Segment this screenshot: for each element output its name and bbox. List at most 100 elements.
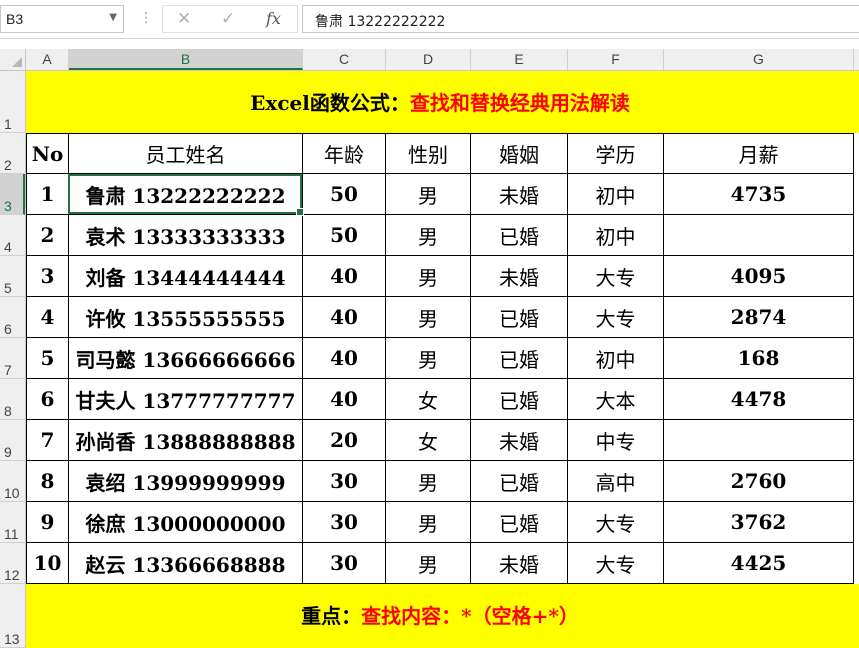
- cell-salary[interactable]: [664, 215, 854, 256]
- cell-age[interactable]: 30: [303, 461, 386, 502]
- column-header-b[interactable]: B: [69, 49, 303, 70]
- column-header-c[interactable]: C: [303, 49, 386, 70]
- cell-no[interactable]: 10: [26, 543, 69, 584]
- cell-marital[interactable]: 已婚: [471, 502, 568, 543]
- name-box[interactable]: B3 ▼: [0, 5, 124, 33]
- cell-name[interactable]: 袁绍 13999999999: [69, 461, 303, 502]
- column-header-e[interactable]: E: [471, 49, 568, 70]
- cell-age[interactable]: 30: [303, 543, 386, 584]
- cell-education[interactable]: 初中: [568, 174, 664, 215]
- cell-gender[interactable]: 女: [386, 379, 471, 420]
- header-cell-marital[interactable]: 婚姻: [471, 133, 568, 174]
- cell-salary[interactable]: 4425: [664, 543, 854, 584]
- cell-salary[interactable]: 3762: [664, 502, 854, 543]
- row-header-11[interactable]: 11: [0, 502, 25, 543]
- enter-icon[interactable]: ✓: [221, 9, 235, 29]
- select-all-button[interactable]: [0, 49, 26, 70]
- chevron-down-icon[interactable]: ▼: [109, 12, 117, 23]
- cell-gender[interactable]: 男: [386, 174, 471, 215]
- cell-education[interactable]: 大本: [568, 379, 664, 420]
- cell-education[interactable]: 大专: [568, 256, 664, 297]
- insert-function-icon[interactable]: fx: [266, 9, 281, 28]
- row-header-5[interactable]: 5: [0, 256, 25, 297]
- cell-no[interactable]: 7: [26, 420, 69, 461]
- cell-no[interactable]: 3: [26, 256, 69, 297]
- cell-gender[interactable]: 男: [386, 461, 471, 502]
- row-header-10[interactable]: 10: [0, 461, 25, 502]
- row-header-1[interactable]: 1: [0, 71, 25, 133]
- cell-no[interactable]: 4: [26, 297, 69, 338]
- cell-education[interactable]: 大专: [568, 543, 664, 584]
- cell-education[interactable]: 中专: [568, 420, 664, 461]
- row-header-6[interactable]: 6: [0, 297, 25, 338]
- column-header-a[interactable]: A: [26, 49, 69, 70]
- footer-cell[interactable]: 重点：查找内容：*（空格+*）: [26, 584, 859, 648]
- cell-name[interactable]: 鲁肃 13222222222: [69, 174, 303, 215]
- formula-input[interactable]: 鲁肃 13222222222: [302, 5, 859, 33]
- cell-marital[interactable]: 未婚: [471, 420, 568, 461]
- cell-name[interactable]: 甘夫人 13777777777: [69, 379, 303, 420]
- cell-marital[interactable]: 未婚: [471, 174, 568, 215]
- header-cell-education[interactable]: 学历: [568, 133, 664, 174]
- cell-marital[interactable]: 已婚: [471, 297, 568, 338]
- cell-age[interactable]: 20: [303, 420, 386, 461]
- cell-marital[interactable]: 已婚: [471, 461, 568, 502]
- cell-name[interactable]: 袁术 13333333333: [69, 215, 303, 256]
- row-header-8[interactable]: 8: [0, 379, 25, 420]
- cell-name[interactable]: 司马懿 13666666666: [69, 338, 303, 379]
- cell-gender[interactable]: 男: [386, 543, 471, 584]
- cell-education[interactable]: 高中: [568, 461, 664, 502]
- cell-salary[interactable]: 2874: [664, 297, 854, 338]
- cell-name[interactable]: 徐庶 13000000000: [69, 502, 303, 543]
- cell-gender[interactable]: 男: [386, 297, 471, 338]
- cell-no[interactable]: 5: [26, 338, 69, 379]
- cell-age[interactable]: 30: [303, 502, 386, 543]
- cell-gender[interactable]: 女: [386, 420, 471, 461]
- header-cell-gender[interactable]: 性别: [386, 133, 471, 174]
- header-cell-salary[interactable]: 月薪: [664, 133, 854, 174]
- cell-name[interactable]: 孙尚香 13888888888: [69, 420, 303, 461]
- cell-no[interactable]: 1: [26, 174, 69, 215]
- cancel-icon[interactable]: ✕: [177, 9, 191, 29]
- row-header-9[interactable]: 9: [0, 420, 25, 461]
- cell-marital[interactable]: 已婚: [471, 338, 568, 379]
- cell-marital[interactable]: 未婚: [471, 543, 568, 584]
- cell-no[interactable]: 2: [26, 215, 69, 256]
- cell-no[interactable]: 9: [26, 502, 69, 543]
- column-header-f[interactable]: F: [568, 49, 664, 70]
- header-cell-name[interactable]: 员工姓名: [69, 133, 303, 174]
- cell-salary[interactable]: 4095: [664, 256, 854, 297]
- cell-marital[interactable]: 未婚: [471, 256, 568, 297]
- cell-salary[interactable]: 168: [664, 338, 854, 379]
- row-header-7[interactable]: 7: [0, 338, 25, 379]
- cell-gender[interactable]: 男: [386, 215, 471, 256]
- column-header-g[interactable]: G: [664, 49, 854, 70]
- cell-no[interactable]: 8: [26, 461, 69, 502]
- cell-no[interactable]: 6: [26, 379, 69, 420]
- cell-gender[interactable]: 男: [386, 256, 471, 297]
- cell-salary[interactable]: 4735: [664, 174, 854, 215]
- cell-age[interactable]: 40: [303, 379, 386, 420]
- header-cell-no[interactable]: No: [26, 133, 69, 174]
- cell-education[interactable]: 初中: [568, 338, 664, 379]
- cell-name[interactable]: 刘备 13444444444: [69, 256, 303, 297]
- cell-education[interactable]: 初中: [568, 215, 664, 256]
- cell-gender[interactable]: 男: [386, 338, 471, 379]
- row-header-2[interactable]: 2: [0, 133, 25, 174]
- row-header-13[interactable]: 13: [0, 584, 25, 648]
- sheet-grid[interactable]: Excel函数公式：查找和替换经典用法解读 No 员工姓名 年龄 性别 婚姻 学历 月薪 1 鲁…: [26, 71, 859, 648]
- row-header-3[interactable]: 3: [0, 174, 25, 215]
- row-header-4[interactable]: 4: [0, 215, 25, 256]
- cell-salary[interactable]: 2760: [664, 461, 854, 502]
- cell-age[interactable]: 50: [303, 174, 386, 215]
- cell-education[interactable]: 大专: [568, 502, 664, 543]
- cell-gender[interactable]: 男: [386, 502, 471, 543]
- drag-handle-icon[interactable]: ⋮: [139, 9, 153, 27]
- title-cell[interactable]: Excel函数公式：查找和替换经典用法解读: [26, 71, 859, 133]
- cell-age[interactable]: 50: [303, 215, 386, 256]
- cell-salary[interactable]: 4478: [664, 379, 854, 420]
- row-header-12[interactable]: 12: [0, 543, 25, 584]
- cell-age[interactable]: 40: [303, 256, 386, 297]
- cell-salary[interactable]: [664, 420, 854, 461]
- column-header-d[interactable]: D: [386, 49, 471, 70]
